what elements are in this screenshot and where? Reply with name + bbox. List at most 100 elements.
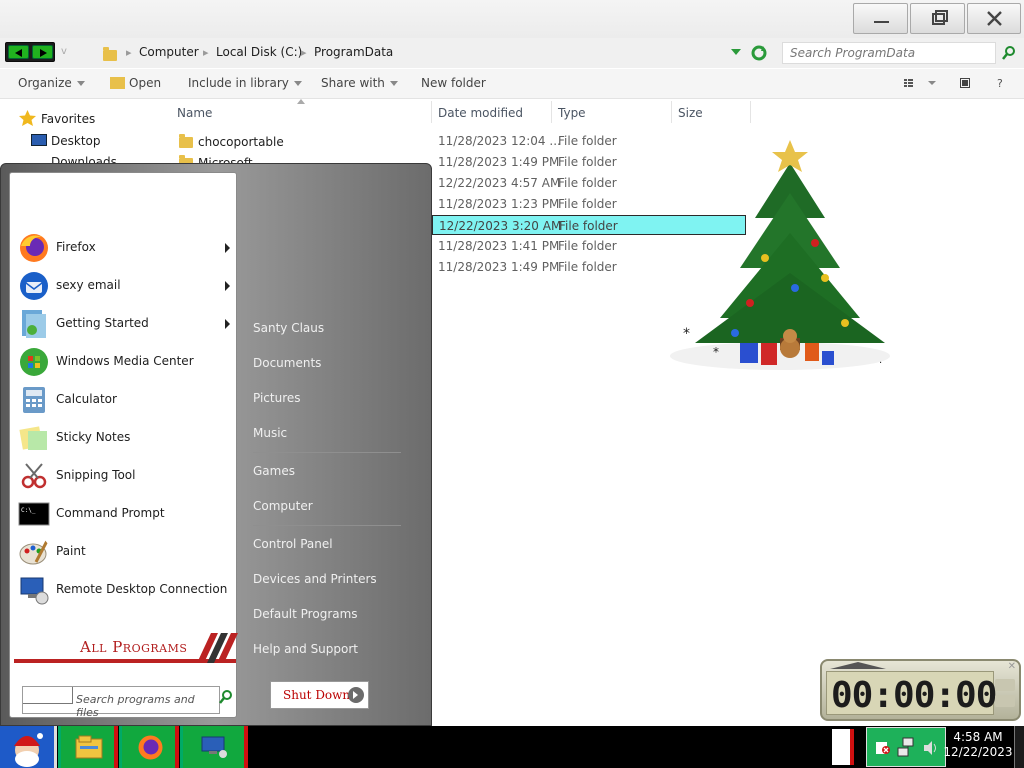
place-devices-and-printers[interactable]: Devices and Printers — [253, 572, 377, 586]
network-icon[interactable] — [897, 736, 917, 758]
change-view-icon[interactable] — [904, 79, 944, 89]
column-size[interactable]: Size — [678, 106, 703, 120]
svg-text:*: * — [713, 345, 719, 359]
type-cell: File folder — [558, 134, 617, 148]
taskbar-firefox[interactable] — [119, 726, 179, 768]
place-music[interactable]: Music — [253, 426, 287, 440]
place-documents[interactable]: Documents — [253, 356, 321, 370]
open-folder-icon — [110, 77, 125, 89]
start-program-getting-started[interactable]: Getting Started — [18, 307, 234, 341]
command-prompt-icon: C:\_ — [18, 502, 50, 526]
search-text-cursor — [23, 687, 73, 704]
column-type[interactable]: Type — [558, 106, 586, 120]
place-help-and-support[interactable]: Help and Support — [253, 642, 358, 656]
start-program-remote-desktop[interactable]: Remote Desktop Connection — [18, 573, 234, 607]
place-santy-claus[interactable]: Santy Claus — [253, 321, 324, 335]
breadcrumb-separator-icon: ▸ — [126, 46, 132, 59]
breadcrumb-local-disk[interactable]: Local Disk (C:) — [216, 45, 302, 59]
search-icon[interactable] — [1002, 46, 1016, 60]
place-computer[interactable]: Computer — [253, 499, 313, 513]
shutdown-button[interactable]: Shut Down — [270, 681, 369, 709]
taskbar-remote-desktop[interactable] — [180, 726, 248, 768]
organize-button[interactable]: Organize — [18, 76, 85, 90]
recent-pages-chevron-icon[interactable]: v — [61, 46, 67, 57]
all-programs-label: All Programs — [80, 638, 188, 656]
address-dropdown-icon[interactable] — [731, 49, 743, 57]
open-button[interactable]: Open — [110, 76, 161, 90]
restore-icon — [932, 10, 948, 25]
breadcrumb-separator-icon: ▸ — [301, 46, 307, 59]
place-control-panel[interactable]: Control Panel — [253, 537, 333, 551]
refresh-icon[interactable] — [751, 45, 767, 61]
show-desktop-button[interactable] — [1014, 726, 1024, 768]
start-program-sticky-notes[interactable]: Sticky Notes — [18, 421, 234, 455]
timer-display: 00:00:00 — [826, 671, 997, 716]
program-label: Sticky Notes — [56, 430, 131, 444]
column-date-modified[interactable]: Date modified — [438, 106, 523, 120]
timer-start-button[interactable] — [995, 679, 1015, 691]
restore-button[interactable] — [910, 3, 965, 34]
shutdown-options-icon[interactable] — [348, 687, 364, 703]
include-in-library-button[interactable]: Include in library — [188, 76, 302, 90]
svg-text:.: . — [879, 355, 882, 366]
start-menu: Firefox sexy email Getting Started Windo… — [0, 163, 432, 726]
minimize-icon — [874, 21, 889, 23]
paint-icon — [19, 538, 50, 565]
back-button[interactable] — [8, 45, 29, 59]
share-with-button[interactable]: Share with — [321, 76, 398, 90]
column-name[interactable]: Name — [177, 106, 212, 120]
start-program-media-center[interactable]: Windows Media Center — [18, 345, 234, 379]
forward-button[interactable] — [32, 45, 53, 59]
start-program-firefox[interactable]: Firefox — [18, 231, 234, 265]
start-search-icon[interactable] — [219, 690, 233, 704]
column-divider[interactable] — [750, 101, 751, 123]
breadcrumb-programdata[interactable]: ProgramData — [314, 45, 393, 59]
start-button[interactable] — [0, 726, 57, 768]
place-pictures[interactable]: Pictures — [253, 391, 301, 405]
taskbar-explorer[interactable] — [58, 726, 118, 768]
breadcrumb-computer[interactable]: Computer — [139, 45, 199, 59]
date-modified-cell: 12/22/2023 3:20 AM — [439, 219, 562, 233]
start-program-calculator[interactable]: Calculator — [18, 383, 234, 417]
place-games[interactable]: Games — [253, 464, 295, 478]
column-divider[interactable] — [671, 101, 672, 123]
media-center-icon — [20, 348, 48, 376]
type-cell: File folder — [558, 260, 617, 274]
preview-pane-icon[interactable] — [960, 78, 971, 89]
all-programs-button[interactable]: All Programs — [14, 633, 238, 665]
start-search-input[interactable]: Search programs and files — [22, 686, 220, 719]
date-modified-cell: 11/28/2023 1:23 PM — [438, 197, 560, 211]
program-label: Calculator — [56, 392, 117, 406]
close-button[interactable] — [967, 3, 1021, 34]
start-program-email[interactable]: sexy email — [18, 269, 234, 303]
christmas-tree-gadget: * * . — [670, 140, 890, 370]
svg-text:*: * — [683, 326, 690, 342]
start-program-paint[interactable]: Paint — [18, 535, 234, 569]
timer-close-icon[interactable]: ✕ — [1008, 661, 1016, 672]
start-program-snipping-tool[interactable]: Snipping Tool — [18, 459, 234, 493]
timer-reset-button[interactable] — [995, 695, 1015, 707]
volume-icon[interactable] — [923, 740, 939, 756]
timer-roof-icon — [830, 662, 886, 669]
file-name[interactable]: chocoportable — [198, 135, 284, 149]
help-icon[interactable]: ? — [997, 77, 1003, 90]
search-input[interactable]: Search ProgramData — [782, 42, 996, 64]
system-clock[interactable]: 4:58 AM 12/22/2023 — [943, 730, 1013, 760]
explorer-icon — [75, 735, 103, 759]
type-cell: File folder — [558, 197, 617, 211]
new-folder-button[interactable]: New folder — [421, 76, 486, 90]
remote-desktop-icon — [201, 736, 227, 758]
column-divider[interactable] — [431, 101, 432, 123]
tray-flag-button[interactable] — [832, 729, 854, 765]
start-program-command-prompt[interactable]: C:\_ Command Prompt — [18, 497, 234, 531]
column-divider[interactable] — [551, 101, 552, 123]
nav-desktop[interactable]: Desktop — [51, 134, 101, 148]
close-icon — [987, 11, 1002, 26]
nav-favorites[interactable]: Favorites — [41, 112, 95, 126]
firefox-icon — [20, 234, 48, 262]
folder-icon — [179, 134, 193, 148]
clock-date: 12/22/2023 — [943, 745, 1013, 759]
minimize-button[interactable] — [853, 3, 908, 34]
action-center-icon[interactable] — [875, 738, 891, 756]
place-default-programs[interactable]: Default Programs — [253, 607, 358, 621]
